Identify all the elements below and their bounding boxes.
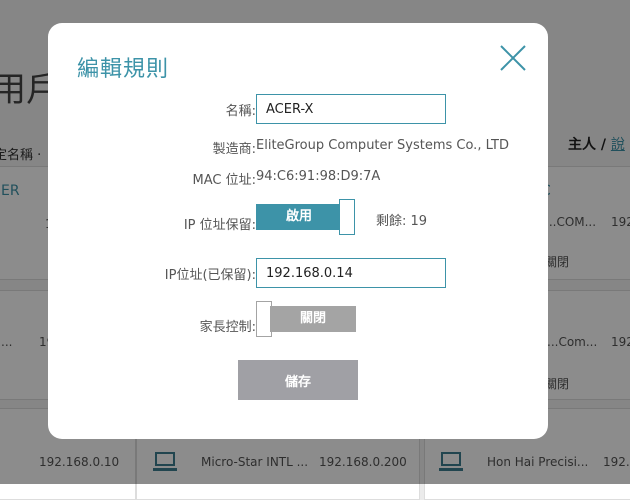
ip-reserve-toggle-state: 啟用 [256, 204, 342, 230]
parental-control-toggle-state: 關閉 [270, 306, 356, 332]
vendor-value: EliteGroup Computer Systems Co., LTD [256, 138, 509, 153]
close-icon[interactable] [498, 43, 528, 73]
vendor-label: 製造商: [212, 142, 256, 157]
name-input[interactable] [256, 94, 446, 124]
ip-reserve-label: IP 位址保留: [183, 218, 256, 233]
parental-control-label: 家長控制: [199, 320, 256, 335]
save-button[interactable]: 儲存 [238, 360, 358, 400]
toggle-knob [339, 199, 355, 235]
ip-reserve-toggle[interactable]: 啟用 [256, 199, 356, 235]
mac-value: 94:C6:91:98:D9:7A [256, 169, 381, 184]
parental-control-toggle[interactable]: 關閉 [256, 301, 356, 337]
name-label: 名稱: [225, 104, 256, 119]
ip-address-label: IP位址(已保留): [164, 268, 256, 283]
mac-label: MAC 位址: [192, 173, 256, 188]
dialog-title: 編輯規則 [77, 57, 170, 82]
ip-address-input[interactable] [256, 258, 446, 288]
remaining-count: 剩餘: 19 [376, 214, 428, 229]
edit-rule-dialog: 編輯規則 名稱: 製造商: EliteGroup Computer System… [48, 23, 548, 439]
